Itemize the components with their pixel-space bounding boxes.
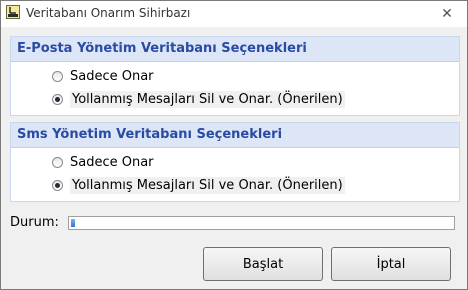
progress-fill	[71, 219, 75, 227]
window-title: Veritabanı Onarım Sihirbazı	[26, 6, 191, 20]
email-option-repair-only-label: Sadece Onar	[70, 68, 154, 84]
progress-bar	[68, 216, 455, 230]
sms-option-repair-only-label: Sadece Onar	[70, 154, 154, 170]
email-option-delete-and-repair[interactable]: Yollanmış Mesajları Sil ve Onar. (Öneril…	[52, 90, 345, 108]
email-option-delete-and-repair-label: Yollanmış Mesajları Sil ve Onar. (Öneril…	[70, 90, 345, 108]
sms-option-delete-and-repair[interactable]: Yollanmış Mesajları Sil ve Onar. (Öneril…	[52, 176, 345, 194]
wizard-window: Veritabanı Onarım Sihirbazı ✕ E-Posta Yö…	[0, 0, 468, 290]
email-options-group: E-Posta Yönetim Veritabanı Seçenekleri S…	[10, 36, 460, 116]
sms-option-repair-only[interactable]: Sadece Onar	[52, 153, 154, 171]
radio-checked-icon[interactable]	[52, 179, 63, 191]
email-option-repair-only[interactable]: Sadece Onar	[52, 67, 154, 85]
status-label: Durum:	[10, 215, 59, 230]
sms-option-delete-and-repair-label: Yollanmış Mesajları Sil ve Onar. (Öneril…	[70, 176, 345, 194]
radio-unchecked-icon[interactable]	[52, 70, 63, 82]
email-group-header: E-Posta Yönetim Veritabanı Seçenekleri	[11, 37, 459, 62]
close-icon[interactable]: ✕	[432, 3, 462, 23]
start-button[interactable]: Başlat	[203, 247, 323, 281]
sms-options-group: Sms Yönetim Veritabanı Seçenekleri Sadec…	[10, 122, 460, 202]
client-area: E-Posta Yönetim Veritabanı Seçenekleri S…	[1, 27, 467, 289]
title-bar[interactable]: Veritabanı Onarım Sihirbazı ✕	[1, 1, 467, 27]
radio-checked-icon[interactable]	[52, 93, 63, 105]
radio-unchecked-icon[interactable]	[52, 156, 63, 168]
sms-group-header: Sms Yönetim Veritabanı Seçenekleri	[11, 123, 459, 148]
cancel-button[interactable]: İptal	[331, 247, 451, 281]
app-icon	[6, 5, 20, 19]
